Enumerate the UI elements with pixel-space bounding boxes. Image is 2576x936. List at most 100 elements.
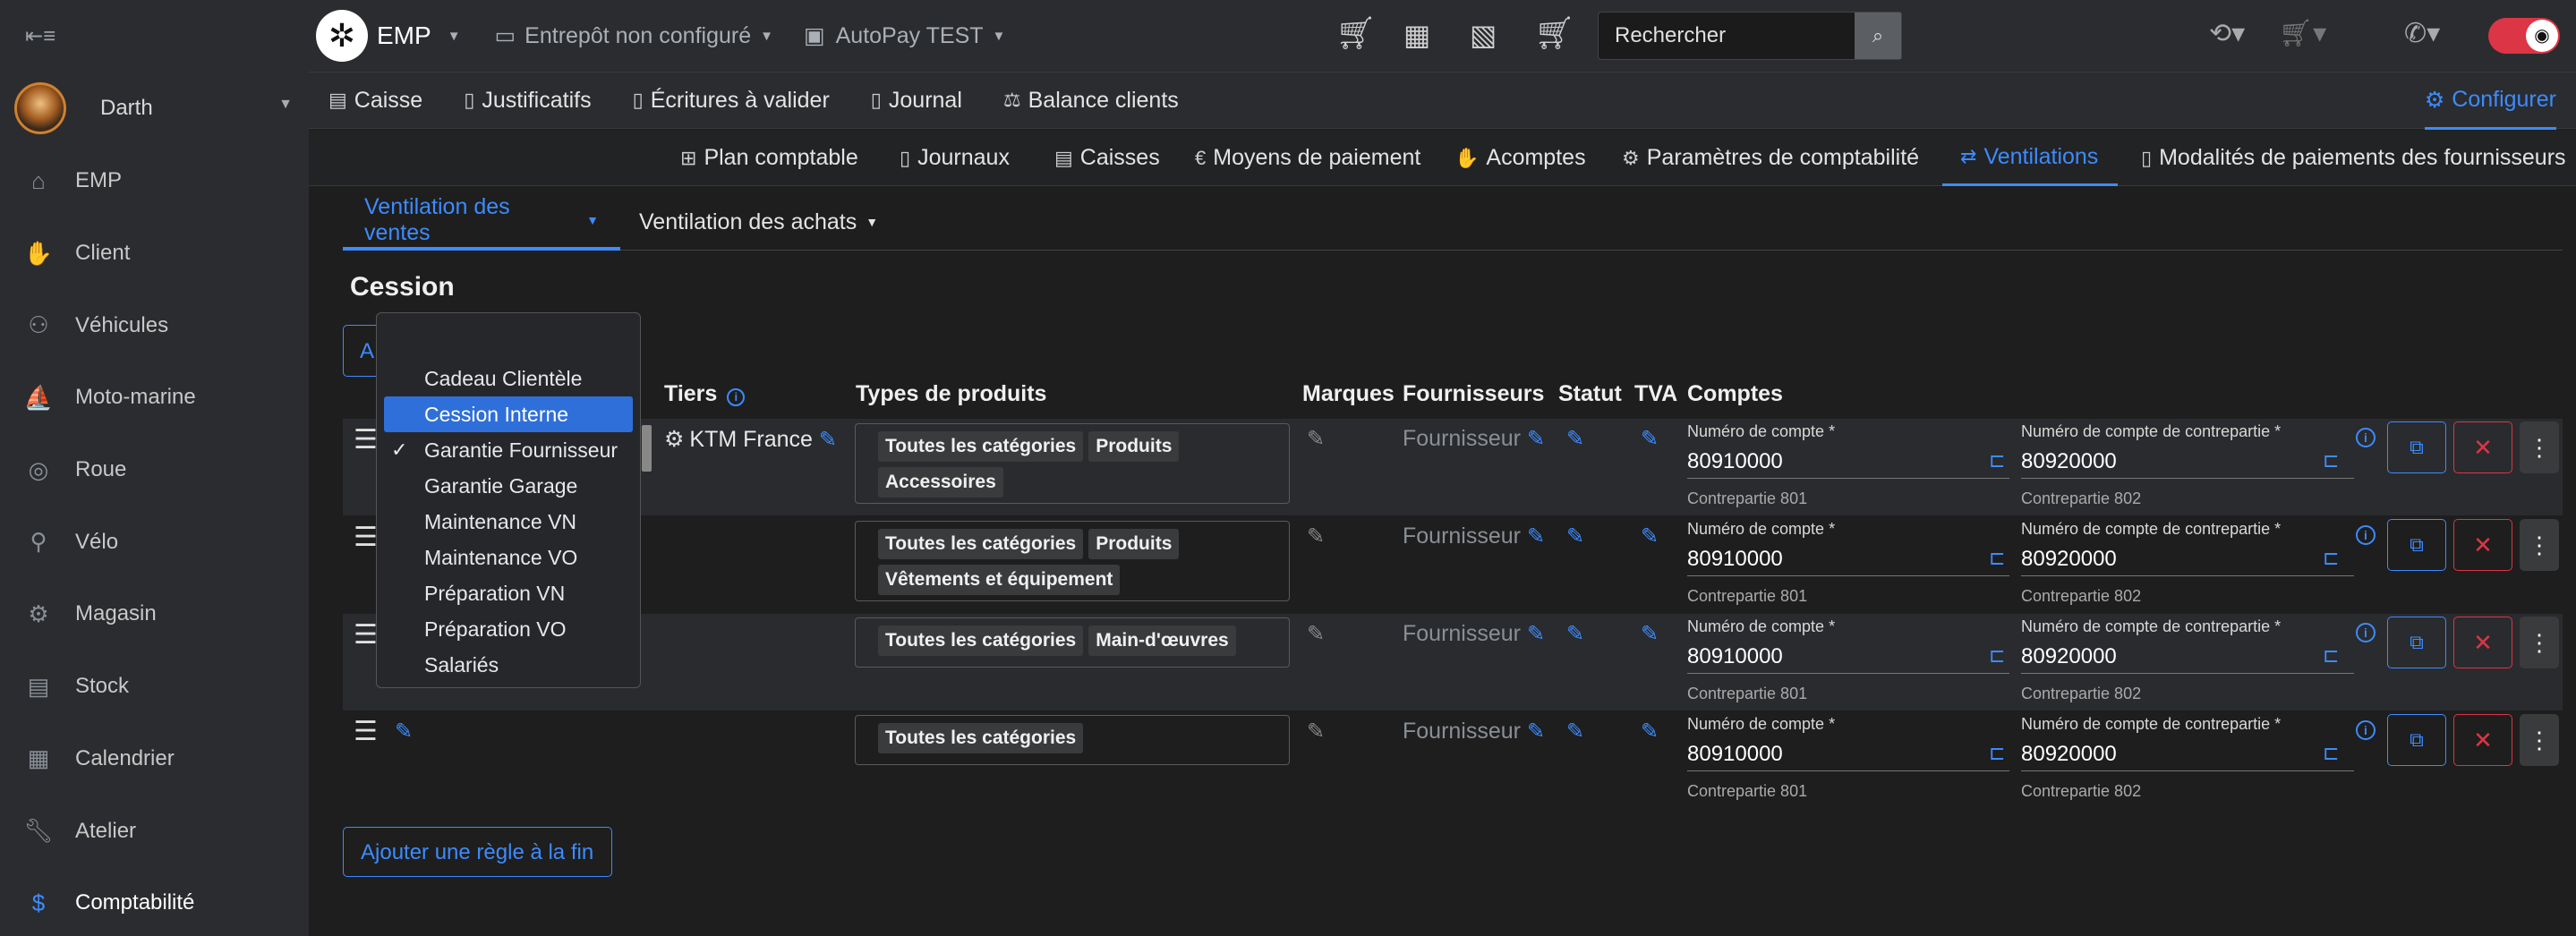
more-options-button[interactable]: ⋮ xyxy=(2520,714,2559,766)
tree-icon[interactable]: ⊏ xyxy=(1989,449,2005,472)
subnav-moyens-paiement[interactable]: € Moyens de paiement xyxy=(1195,130,1420,186)
nav-justificatifs[interactable]: ▯ Justificatifs xyxy=(464,88,591,114)
duplicate-button[interactable]: ⧉ xyxy=(2387,617,2446,668)
drag-handle-icon[interactable]: ☰ xyxy=(354,522,378,553)
sidebar-toggle-icon[interactable]: ⇤≡ xyxy=(0,0,309,72)
more-options-button[interactable]: ⋮ xyxy=(2520,519,2559,571)
edit-status-icon[interactable]: ✎ xyxy=(1566,426,1584,452)
cart-badge-icon[interactable]: 🛒︎▾ xyxy=(2279,18,2326,49)
edit-icon[interactable]: ✎ xyxy=(819,428,837,452)
account-input[interactable]: 80910000 xyxy=(1687,547,1783,572)
subnav-caisses[interactable]: ▤ Caisses xyxy=(1054,130,1160,186)
payment-dropdown[interactable]: ▣ AutoPay TEST ▼ xyxy=(804,22,1005,49)
edit-tva-icon[interactable]: ✎ xyxy=(1641,523,1659,549)
edit-status-icon[interactable]: ✎ xyxy=(1566,523,1584,549)
duplicate-button[interactable]: ⧉ xyxy=(2387,421,2446,473)
search-icon[interactable]: ⌕ xyxy=(1855,13,1901,59)
tree-icon[interactable]: ⊏ xyxy=(1989,742,2005,765)
subnav-modalites[interactable]: ▯ Modalités de paiements des fournisseurs xyxy=(2141,130,2566,186)
logo-icon[interactable]: ✲ xyxy=(316,10,368,62)
option-maintenance-vo[interactable]: Maintenance VO xyxy=(384,540,633,575)
sidebar-item-calendrier[interactable]: ▦ Calendrier xyxy=(0,723,309,796)
delete-button[interactable]: ✕ xyxy=(2453,714,2512,766)
delete-button[interactable]: ✕ xyxy=(2453,421,2512,473)
delete-button[interactable]: ✕ xyxy=(2453,617,2512,668)
option-cession-interne[interactable]: Cession Interne xyxy=(384,396,633,432)
edit-tva-icon[interactable]: ✎ xyxy=(1641,719,1659,745)
brand-dropdown[interactable]: ▼ xyxy=(439,29,461,44)
product-types-box[interactable]: Toutes les catégories Main-d'œuvres xyxy=(855,617,1290,668)
cart-icon[interactable]: 🛒︎ xyxy=(1335,14,1377,52)
duplicate-button[interactable]: ⧉ xyxy=(2387,714,2446,766)
sidebar-item-magasin[interactable]: ⚙ Magasin xyxy=(0,578,309,651)
info-icon[interactable]: i xyxy=(2356,720,2376,740)
sidebar-item-moto-marine[interactable]: ⛵ Moto-marine xyxy=(0,362,309,434)
edit-brands-icon[interactable]: ✎ xyxy=(1307,719,1325,745)
drag-handle-icon[interactable]: ☰ xyxy=(354,716,378,747)
subnav-acomptes[interactable]: ✋ Acomptes xyxy=(1454,130,1586,186)
tiers-value[interactable]: ⚙ KTM France ✎ xyxy=(664,426,837,453)
tab-ventilation-achats[interactable]: Ventilation des achats ▼ xyxy=(618,193,900,251)
sidebar-item-stock[interactable]: ▤ Stock xyxy=(0,651,309,723)
edit-icon[interactable]: ✎ xyxy=(1527,524,1545,549)
info-icon[interactable]: i xyxy=(727,388,746,406)
nav-balance-clients[interactable]: ⚖ Balance clients xyxy=(1003,88,1179,114)
info-icon[interactable]: i xyxy=(2356,623,2376,642)
product-types-box[interactable]: Toutes les catégories Produits Vêtements e… xyxy=(855,521,1290,601)
phone-icon[interactable]: ✆▾ xyxy=(2404,18,2440,49)
delete-button[interactable]: ✕ xyxy=(2453,519,2512,571)
privacy-toggle[interactable]: ◉ xyxy=(2488,18,2560,54)
edit-icon[interactable]: ✎ xyxy=(1527,427,1545,451)
option-garantie-garage[interactable]: Garantie Garage xyxy=(384,468,633,504)
sidebar-item-emp[interactable]: ⌂ EMP xyxy=(0,145,309,217)
edit-icon[interactable]: ✎ xyxy=(1527,622,1545,646)
configure-button[interactable]: ⚙ Configurer xyxy=(2424,72,2556,130)
cart-moto-icon[interactable]: 🛒︎ xyxy=(1534,14,1575,52)
drag-handle-icon[interactable]: ☰ xyxy=(354,619,378,651)
subnav-plan-comptable[interactable]: ⊞ Plan comptable xyxy=(680,130,858,186)
subnav-ventilations[interactable]: ⇄ Ventilations xyxy=(1942,130,2119,186)
more-options-button[interactable]: ⋮ xyxy=(2520,617,2559,668)
sidebar-item-comptabilite[interactable]: $ Comptabilité xyxy=(0,867,309,936)
product-types-box[interactable]: Toutes les catégories Produits Accessoires xyxy=(855,423,1290,504)
option-preparation-vo[interactable]: Préparation VO xyxy=(384,611,633,647)
option-salaries[interactable]: Salariés xyxy=(384,647,633,683)
sidebar-item-vehicules[interactable]: ⚇ Véhicules xyxy=(0,289,309,362)
duplicate-button[interactable]: ⧉ xyxy=(2387,519,2446,571)
edit-brands-icon[interactable]: ✎ xyxy=(1307,621,1325,647)
tree-icon[interactable]: ⊏ xyxy=(2323,644,2339,668)
nav-caisse[interactable]: ▤ Caisse xyxy=(328,88,422,114)
search-input[interactable]: Rechercher xyxy=(1599,13,1855,59)
tree-icon[interactable]: ⊏ xyxy=(2323,547,2339,570)
option-preparation-vn[interactable]: Préparation VN xyxy=(384,575,633,611)
add-rule-end-button[interactable]: Ajouter une règle à la fin xyxy=(343,827,612,877)
subnav-parametres[interactable]: ⚙ Paramètres de comptabilité xyxy=(1622,130,1919,186)
tree-icon[interactable]: ⊏ xyxy=(1989,644,2005,668)
user-menu[interactable]: Darth ▼ xyxy=(0,72,309,145)
contra-input[interactable]: 80920000 xyxy=(2021,644,2117,669)
option-garantie-fournisseur[interactable]: ✓ Garantie Fournisseur xyxy=(384,432,633,468)
sidebar-item-roue[interactable]: ◎ Roue xyxy=(0,434,309,506)
more-options-button[interactable]: ⋮ xyxy=(2520,421,2559,473)
edit-brands-icon[interactable]: ✎ xyxy=(1307,426,1325,452)
sidebar-item-atelier[interactable]: 🔧︎ Atelier xyxy=(0,795,309,867)
tree-icon[interactable]: ⊏ xyxy=(1989,547,2005,570)
option-cadeau-clientele[interactable]: Cadeau Clientèle xyxy=(384,361,633,396)
edit-status-icon[interactable]: ✎ xyxy=(1566,621,1584,647)
info-icon[interactable]: i xyxy=(2356,428,2376,447)
product-types-box[interactable]: Toutes les catégories xyxy=(855,715,1290,765)
nav-journal[interactable]: ▯ Journal xyxy=(871,88,962,114)
contra-input[interactable]: 80920000 xyxy=(2021,449,2117,474)
edit-icon[interactable]: ✎ xyxy=(1527,719,1545,744)
warehouse-dropdown[interactable]: ▭ Entrepôt non configuré ▼ xyxy=(495,22,773,49)
account-input[interactable]: 80910000 xyxy=(1687,742,1783,767)
tab-ventilation-ventes[interactable]: Ventilation des ventes ▼ xyxy=(343,193,620,251)
contra-input[interactable]: 80920000 xyxy=(2021,742,2117,767)
contra-input[interactable]: 80920000 xyxy=(2021,547,2117,572)
edit-status-icon[interactable]: ✎ xyxy=(1566,719,1584,745)
edit-brands-icon[interactable]: ✎ xyxy=(1307,523,1325,549)
account-input[interactable]: 80910000 xyxy=(1687,644,1783,669)
calendar-tools-icon[interactable]: ▧ xyxy=(1470,18,1497,52)
sidebar-item-velo[interactable]: ⚲ Vélo xyxy=(0,506,309,578)
option-maintenance-vn[interactable]: Maintenance VN xyxy=(384,504,633,540)
